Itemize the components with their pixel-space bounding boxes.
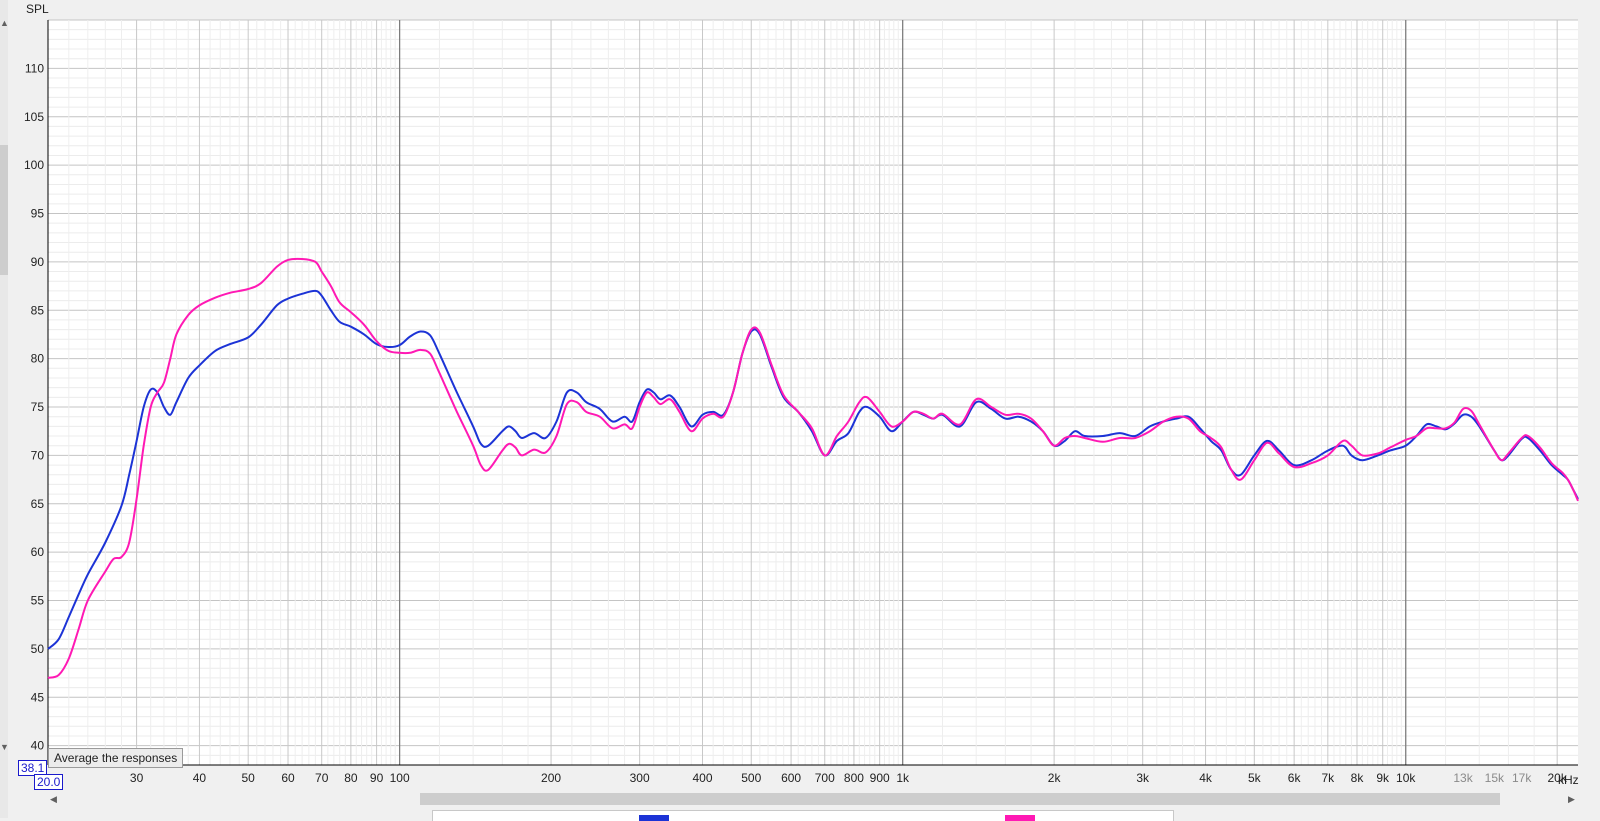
y-tick-label: 60 xyxy=(31,545,45,559)
y-tick-label: 105 xyxy=(24,110,44,124)
legend-swatch-series1 xyxy=(639,815,669,821)
x-tick-label: 17k xyxy=(1512,771,1532,785)
x-tick-label: 60 xyxy=(281,771,295,785)
y-tick-label: 100 xyxy=(24,158,44,172)
y-tick-label: 50 xyxy=(31,642,45,656)
y-tick-label: 40 xyxy=(31,739,45,753)
x-tick-label: 30 xyxy=(130,771,144,785)
y-axis-label: SPL xyxy=(26,2,49,16)
y-tick-label: 45 xyxy=(31,690,45,704)
x-tick-label: 5k xyxy=(1248,771,1262,785)
x-tick-label: 900 xyxy=(870,771,890,785)
x-tick-label: 200 xyxy=(541,771,561,785)
y-tick-label: 70 xyxy=(31,448,45,462)
x-axis-unit: kHz xyxy=(1558,773,1579,787)
y-axis-tick-labels: 40 45 50 55 60 65 70 75 80 85 90 95 100 105 110 xyxy=(24,61,44,752)
x-tick-label: 600 xyxy=(781,771,801,785)
x-tick-label: 50 xyxy=(242,771,256,785)
x-tick-label: 500 xyxy=(741,771,761,785)
y-tick-label: 90 xyxy=(31,255,45,269)
x-tick-label: 800 xyxy=(844,771,864,785)
y-tick-label: 55 xyxy=(31,594,45,608)
y-tick-label: 110 xyxy=(25,61,44,75)
x-tick-label: 2k xyxy=(1048,771,1062,785)
x-tick-label: 1k xyxy=(896,771,910,785)
x-tick-label: 6k xyxy=(1288,771,1302,785)
tooltip: Average the responses xyxy=(48,748,184,768)
x-tick-label: 15k xyxy=(1485,771,1505,785)
x-tick-label: 700 xyxy=(815,771,835,785)
frequency-response-chart[interactable]: 40 45 50 55 60 65 70 75 80 85 90 95 100 105 110 30 40 50… xyxy=(0,0,1600,790)
x-tick-label: 4k xyxy=(1199,771,1213,785)
legend-swatch-series2 xyxy=(1005,815,1035,821)
x-tick-label: 80 xyxy=(344,771,358,785)
horizontal-scrollbar-thumb[interactable] xyxy=(420,793,1500,805)
horizontal-scrollbar[interactable] xyxy=(48,790,1568,808)
y-tick-label: 75 xyxy=(31,400,45,414)
x-tick-label: 10k xyxy=(1396,771,1416,785)
cursor-x-readout: 20.0 xyxy=(34,774,64,790)
x-tick-label: 40 xyxy=(193,771,207,785)
y-tick-label: 85 xyxy=(31,303,45,317)
x-tick-label: 70 xyxy=(315,771,329,785)
legend xyxy=(432,810,1174,821)
x-tick-label: 7k xyxy=(1321,771,1335,785)
x-tick-label: 300 xyxy=(630,771,650,785)
y-tick-label: 65 xyxy=(31,497,45,511)
scroll-left-icon[interactable]: ◀ xyxy=(50,794,57,804)
x-tick-label: 3k xyxy=(1136,771,1150,785)
x-tick-label: 100 xyxy=(390,771,410,785)
y-tick-label: 95 xyxy=(31,207,45,221)
x-tick-label: 13k xyxy=(1453,771,1473,785)
x-tick-label: 9k xyxy=(1376,771,1390,785)
y-tick-label: 80 xyxy=(31,352,45,366)
scroll-right-icon[interactable]: ▶ xyxy=(1568,794,1575,804)
x-tick-label: 90 xyxy=(370,771,384,785)
plot-area xyxy=(48,20,1578,765)
x-axis-tick-labels: 30 40 50 60 70 80 90 100 200 300 400 500 600 700 800 90… xyxy=(130,771,1568,785)
x-tick-label: 400 xyxy=(692,771,712,785)
x-tick-label: 8k xyxy=(1351,771,1365,785)
